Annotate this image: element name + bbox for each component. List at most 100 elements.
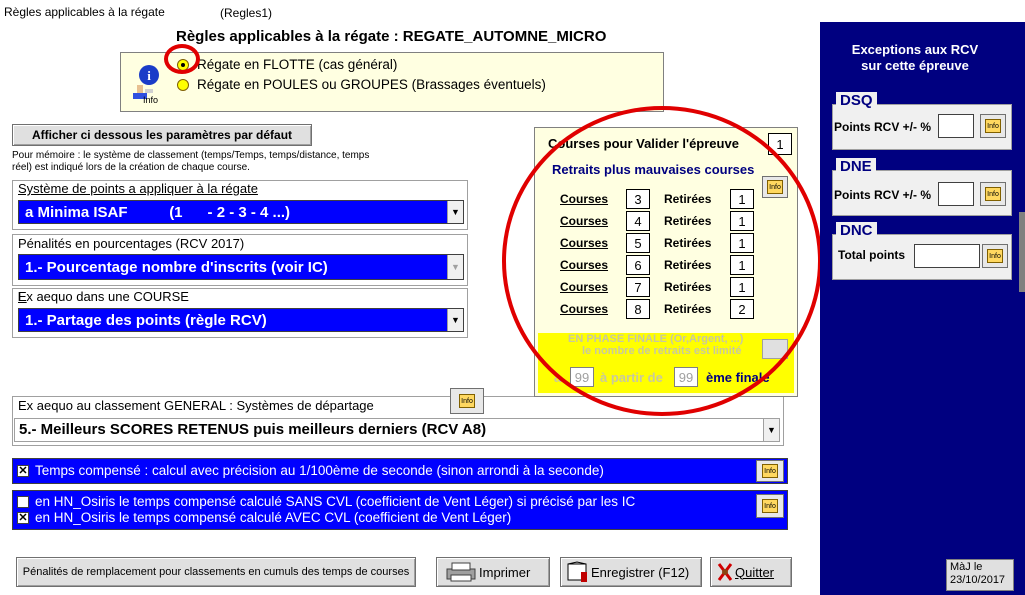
info-icon: Info — [985, 119, 1001, 133]
svg-text:i: i — [147, 68, 151, 83]
info-button[interactable]: Info — [756, 494, 784, 518]
info-icon: Info — [459, 394, 475, 408]
info-icon: Info — [985, 187, 1001, 201]
dne-input[interactable] — [938, 182, 974, 206]
dne-head: DNE — [836, 158, 876, 175]
retirees-label: Retirées — [664, 258, 712, 272]
print-label: Imprimer — [479, 564, 531, 580]
show-defaults-button[interactable]: Afficher ci dessous les paramètres par d… — [12, 124, 312, 146]
quit-button[interactable]: Quitter — [710, 557, 792, 587]
info-button[interactable]: Info — [982, 244, 1008, 268]
courses-input[interactable]: 8 — [626, 299, 650, 319]
form-name: (Regles1) — [220, 6, 273, 20]
osiris-bar: en HN_Osiris le temps compensé calculé S… — [12, 490, 788, 530]
courses-input[interactable]: 5 — [626, 233, 650, 253]
option-flotte[interactable]: Régate en FLOTTE (cas général) — [177, 57, 397, 72]
courses-label: Courses — [560, 236, 609, 250]
final-a-label: à — [554, 370, 562, 385]
tie-general-select[interactable]: 5.- Meilleurs SCORES RETENUS puis meille… — [14, 418, 780, 442]
info-button[interactable]: Info — [762, 176, 788, 198]
info-button[interactable]: Info — [980, 182, 1006, 206]
penalties-select[interactable]: 1.- Pourcentage nombre d'inscrits (voir … — [18, 254, 464, 280]
final-line1: EN PHASE FINALE (Or,Argent, ...) — [568, 333, 744, 345]
print-button[interactable]: Imprimer — [436, 557, 550, 587]
courses-label: Courses — [560, 302, 609, 316]
dne-label: Points RCV +/- % — [834, 188, 932, 202]
final-suffix: ème finale — [706, 370, 770, 385]
chevron-down-icon[interactable]: ▼ — [447, 309, 463, 331]
exceptions-panel: Exceptions aux RCV sur cette épreuve DSQ… — [820, 22, 1025, 595]
window-title: Règles applicables à la régate — [4, 5, 165, 19]
osiris-avec-label: en HN_Osiris le temps compensé calculé A… — [35, 510, 512, 525]
courses-input[interactable]: 7 — [626, 277, 650, 297]
tie-race-select[interactable]: 1.- Partage des points (règle RCV) ▼ — [18, 308, 464, 332]
info-button[interactable]: Info — [450, 388, 484, 414]
exceptions-title: Exceptions aux RCV sur cette épreuve — [820, 42, 1010, 74]
retirees-input[interactable]: 1 — [730, 277, 754, 297]
dnc-label: Total points — [838, 248, 906, 262]
validate-input[interactable]: 1 — [768, 133, 792, 155]
save-book-icon — [567, 561, 587, 582]
points-system-select[interactable]: a Minima ISAF (1 - 2 - 3 - 4 ...) ▼ — [18, 200, 464, 224]
retirees-label: Retirées — [664, 192, 712, 206]
retirees-input[interactable]: 2 — [730, 299, 754, 319]
replacement-penalties-label: Pénalités de remplacement pour classemen… — [22, 566, 410, 578]
final-a-input[interactable]: 99 — [570, 367, 594, 387]
dnc-head: DNC — [836, 222, 877, 239]
retirees-label: Retirées — [664, 236, 712, 250]
courses-input[interactable]: 3 — [626, 189, 650, 209]
info-icon: Info — [762, 499, 778, 513]
courses-label: Courses — [560, 280, 609, 294]
chevron-down-icon[interactable]: ▼ — [447, 255, 463, 279]
chevron-down-icon[interactable]: ▼ — [763, 419, 779, 441]
replacement-penalties-button[interactable]: Pénalités de remplacement pour classemen… — [16, 557, 416, 587]
info-button[interactable]: Info — [756, 460, 784, 482]
compensated-time-bar: ✕ Temps compensé : calcul avec précision … — [12, 458, 788, 484]
window-edge — [1019, 212, 1025, 292]
info-label: Info — [143, 95, 159, 105]
penalties-label: Pénalités en pourcentages (RCV 2017) — [18, 236, 245, 251]
retirees-label: Retirées — [664, 302, 712, 316]
validate-label: Courses pour Valider l'épreuve — [548, 136, 739, 151]
option-flotte-label: Régate en FLOTTE (cas général) — [197, 57, 398, 72]
exit-icon — [717, 563, 733, 581]
info-button[interactable]: Info — [980, 114, 1006, 138]
dsq-head: DSQ — [836, 92, 877, 109]
retirees-input[interactable]: 1 — [730, 233, 754, 253]
info-icon: Info — [987, 249, 1003, 263]
retirees-input[interactable]: 1 — [730, 211, 754, 231]
updated-label: MàJ le — [950, 561, 983, 573]
retirees-label: Retirées — [664, 280, 712, 294]
updated-date: 23/10/2017 — [950, 574, 1006, 586]
radio-poules[interactable] — [177, 78, 189, 91]
exceptions-title-line2: sur cette épreuve — [861, 58, 969, 73]
courses-input[interactable]: 4 — [626, 211, 650, 231]
radio-flotte[interactable] — [177, 58, 189, 71]
option-poules-label: Régate en POULES ou GROUPES (Brassages é… — [197, 77, 546, 92]
osiris-avec-checkbox[interactable]: ✕ — [17, 512, 29, 525]
final-from-input[interactable]: 99 — [674, 367, 698, 387]
courses-input[interactable]: 6 — [626, 255, 650, 275]
save-label: Enregistrer (F12) — [591, 564, 690, 580]
page-title: Règles applicables à la régate : REGATE_… — [176, 28, 606, 45]
option-poules[interactable]: Régate en POULES ou GROUPES (Brassages é… — [177, 77, 546, 92]
compensated-label: Temps compensé : calcul avec précision a… — [35, 463, 604, 478]
retirees-input[interactable]: 1 — [730, 255, 754, 275]
retirees-input[interactable]: 1 — [730, 189, 754, 209]
dsq-input[interactable] — [938, 114, 974, 138]
memo-text: Pour mémoire : le système de classement … — [12, 150, 370, 173]
dnc-input[interactable] — [914, 244, 980, 268]
retirees-label: Retirées — [664, 214, 712, 228]
final-line2: le nombre de retraits est limité — [582, 345, 742, 357]
final-from-label: à partir de — [600, 370, 663, 385]
penalties-value: 1.- Pourcentage nombre d'inscrits (voir … — [25, 258, 328, 276]
final-phase-box: EN PHASE FINALE (Or,Argent, ...) le nomb… — [538, 333, 794, 393]
info-icon: Info — [762, 464, 778, 478]
compensated-checkbox[interactable]: ✕ — [17, 465, 29, 478]
courses-label: Courses — [560, 192, 609, 206]
save-button[interactable]: Enregistrer (F12) — [560, 557, 702, 587]
final-info-button[interactable] — [762, 339, 788, 359]
chevron-down-icon[interactable]: ▼ — [447, 201, 463, 223]
discards-title: Retraits plus mauvaises courses — [552, 162, 755, 177]
osiris-sans-checkbox[interactable] — [17, 496, 29, 509]
